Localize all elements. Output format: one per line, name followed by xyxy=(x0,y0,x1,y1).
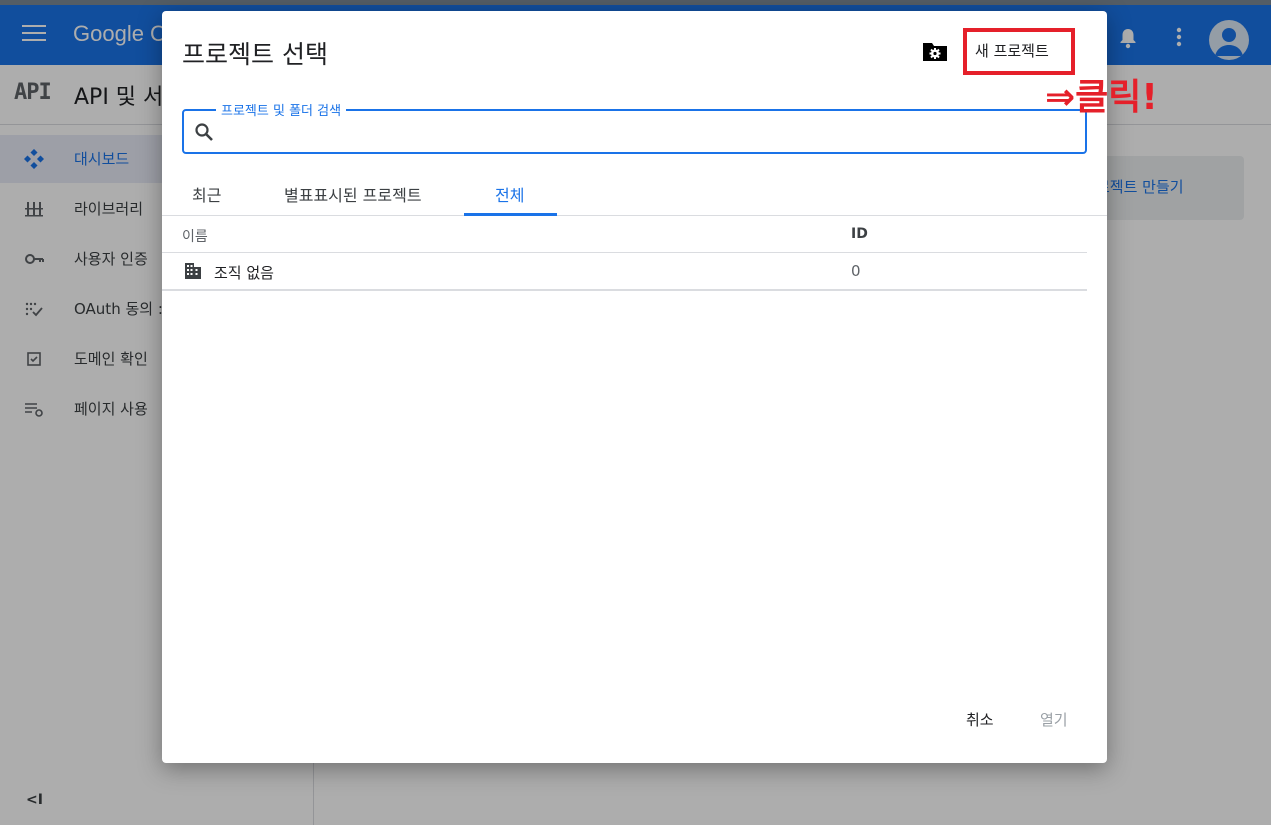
folder-settings-icon[interactable] xyxy=(922,40,948,62)
row-id: 0 xyxy=(851,262,861,280)
project-select-dialog: 프로젝트 선택 새 프로젝트 프로젝트 및 폴더 검색 최근 별표표시된 프로젝… xyxy=(162,11,1107,763)
new-project-button[interactable]: 새 프로젝트 xyxy=(975,40,1049,61)
open-button[interactable]: 열기 xyxy=(1040,709,1068,730)
table-row[interactable]: 조직 없음 0 xyxy=(162,253,1087,291)
table-header: 이름 ID xyxy=(162,216,1087,253)
click-annotation: ⇒클릭! xyxy=(1045,77,1158,118)
tab-recent[interactable]: 최근 xyxy=(192,182,221,206)
column-header-id[interactable]: ID xyxy=(851,226,868,242)
tab-bar: 최근 별표표시된 프로젝트 전체 xyxy=(162,176,1107,216)
dialog-title: 프로젝트 선택 xyxy=(182,40,328,69)
search-field[interactable]: 프로젝트 및 폴더 검색 xyxy=(182,100,1087,154)
cancel-button[interactable]: 취소 xyxy=(966,709,994,730)
search-label: 프로젝트 및 폴더 검색 xyxy=(216,100,347,119)
building-icon xyxy=(185,263,201,279)
search-icon xyxy=(195,123,213,141)
row-name: 조직 없음 xyxy=(214,264,274,282)
tab-all[interactable]: 전체 xyxy=(495,182,524,206)
search-input[interactable] xyxy=(224,118,1074,146)
column-header-name[interactable]: 이름 xyxy=(182,226,208,246)
tab-starred[interactable]: 별표표시된 프로젝트 xyxy=(284,182,422,206)
